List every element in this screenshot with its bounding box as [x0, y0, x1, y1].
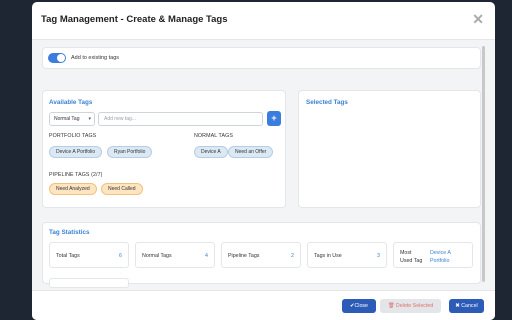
stat-normal-tags: Normal Tags 4 — [135, 242, 215, 268]
tag-chip-need-called[interactable]: Need Called — [101, 183, 143, 195]
tag-chip-device-a-portfolio[interactable]: Device A Portfolio — [49, 146, 103, 158]
tag-type-value: Normal Tag — [54, 116, 80, 122]
stat-card-partial — [49, 278, 129, 288]
pipeline-tags-label: PIPELINE TAGS (2/7) — [49, 172, 103, 178]
toggle-knob — [57, 54, 65, 62]
tag-chip-ryan-portfolio[interactable]: Ryan Portfolio — [107, 146, 153, 158]
delete-selected-button[interactable]: 🗑 Delete Selected — [380, 299, 441, 313]
stat-pipeline-tags: Pipeline Tags 2 — [221, 242, 301, 268]
stat-value: 6 — [119, 253, 122, 259]
stat-total-tags: Total Tags 6 — [49, 242, 129, 268]
stat-most-used-tag: Most Used Tag Device A Portfolio — [393, 242, 473, 268]
stat-label: Tags in Use — [314, 253, 342, 259]
chevron-down-icon: ▾ — [88, 116, 91, 122]
tag-chip-need-analyzed[interactable]: Need Analyzed — [49, 183, 97, 195]
normal-tags-label: NORMAL TAGS — [194, 133, 233, 139]
modal-header: Tag Management - Create & Manage Tags ✕ — [32, 2, 495, 40]
stat-label: Pipeline Tags — [228, 253, 260, 259]
stat-value: 4 — [205, 253, 208, 259]
tag-chip-device-a[interactable]: Device A — [194, 146, 228, 158]
tag-management-modal: Tag Management - Create & Manage Tags ✕ … — [32, 2, 495, 320]
stat-value: 3 — [377, 253, 380, 259]
cancel-button[interactable]: ✖ Cancel — [449, 299, 484, 313]
stat-label: Most Used Tag — [400, 250, 423, 264]
close-icon[interactable]: ✕ — [472, 11, 484, 28]
stat-label: Normal Tags — [142, 253, 172, 259]
new-tag-input[interactable]: Add new tag... — [98, 112, 263, 126]
modal-title: Tag Management - Create & Manage Tags — [41, 14, 228, 25]
available-tags-panel: Available Tags Normal Tag ▾ Add new tag.… — [42, 90, 286, 208]
modal-footer: ✔Close 🗑 Delete Selected ✖ Cancel — [32, 290, 495, 320]
available-tags-title: Available Tags — [49, 99, 93, 106]
add-tag-button[interactable]: + — [267, 111, 281, 126]
tag-statistics-panel: Tag Statistics Total Tags 6 Normal Tags … — [42, 222, 481, 288]
selected-tags-title: Selected Tags — [306, 99, 348, 106]
tag-chip-need-an-offer[interactable]: Need an Offer — [228, 146, 274, 158]
stat-value: 2 — [291, 253, 294, 259]
modal-scrollbar[interactable] — [482, 46, 485, 282]
add-to-existing-card: Add to existing tags — [42, 47, 481, 69]
tag-statistics-title: Tag Statistics — [49, 229, 90, 236]
stat-label: Total Tags — [56, 253, 80, 259]
portfolio-tags-label: PORTFOLIO TAGS — [49, 133, 97, 139]
close-button[interactable]: ✔Close — [342, 299, 376, 313]
selected-tags-panel: Selected Tags — [298, 90, 481, 208]
add-to-existing-toggle[interactable] — [48, 53, 66, 63]
add-to-existing-label: Add to existing tags — [71, 55, 120, 61]
tag-type-select[interactable]: Normal Tag ▾ — [49, 112, 95, 126]
stat-value: Device A Portfolio — [430, 250, 451, 264]
stat-tags-in-use: Tags in Use 3 — [307, 242, 387, 268]
